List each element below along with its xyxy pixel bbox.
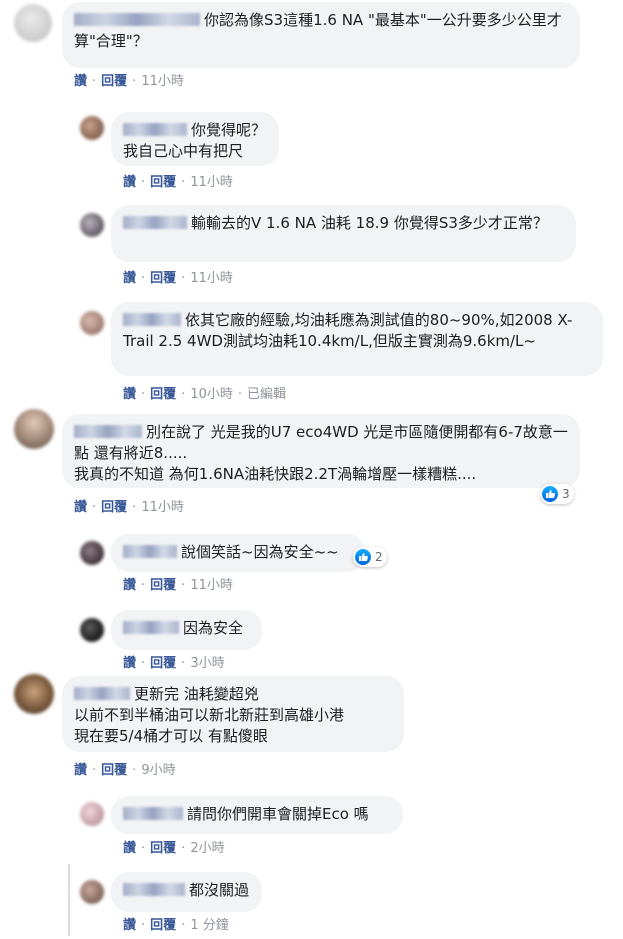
thumbs-up-icon bbox=[542, 486, 558, 502]
timestamp[interactable]: 2小時 bbox=[190, 841, 224, 856]
comment-actions: 讚 · 回覆 · 11小時 bbox=[123, 578, 233, 593]
avatar[interactable] bbox=[80, 802, 104, 826]
comment-bubble: 請問你們開車會關掉Eco 嗎 bbox=[111, 796, 403, 834]
reply-link[interactable]: 回覆 bbox=[150, 387, 176, 402]
timestamp[interactable]: 11小時 bbox=[141, 500, 184, 515]
reply-link[interactable]: 回覆 bbox=[150, 175, 176, 190]
commenter-name[interactable] bbox=[74, 687, 130, 700]
commenter-name[interactable] bbox=[123, 621, 179, 634]
like-link[interactable]: 讚 bbox=[123, 918, 136, 933]
avatar[interactable] bbox=[14, 674, 54, 714]
comment-text: 輸輸去的V 1.6 NA 油耗 18.9 你覺得S3多少才正常？ bbox=[191, 214, 548, 232]
commenter-name[interactable] bbox=[123, 313, 181, 326]
timestamp[interactable]: 10小時 bbox=[190, 387, 233, 402]
comment-text: 因為安全 bbox=[183, 619, 244, 637]
comment-actions: 讚 · 回覆 · 11小時 bbox=[74, 500, 184, 515]
thread-line bbox=[68, 864, 70, 936]
comment-actions: 讚 · 回覆 · 3小時 bbox=[123, 656, 225, 671]
reply-link[interactable]: 回覆 bbox=[150, 578, 176, 593]
avatar[interactable] bbox=[14, 409, 54, 449]
reply-link[interactable]: 回覆 bbox=[150, 918, 176, 933]
comment-actions: 讚 · 回覆 · 11小時 bbox=[123, 175, 233, 190]
reply-link[interactable]: 回覆 bbox=[150, 656, 176, 671]
comment-text: 都沒關過 bbox=[189, 881, 250, 899]
comment-actions: 讚 · 回覆 · 11小時 bbox=[74, 74, 184, 89]
comment-bubble: 更新完 油耗變超兇 以前不到半桶油可以新北新莊到高雄小港 現在要5/4桶才可以 … bbox=[62, 676, 404, 752]
commenter-name[interactable] bbox=[123, 123, 187, 136]
edited-label[interactable]: 已編輯 bbox=[247, 387, 286, 402]
comment-bubble: 因為安全 bbox=[111, 610, 262, 650]
comment-actions: 讚 · 回覆 · 10小時 · 已編輯 bbox=[123, 387, 287, 402]
comment-actions: 讚 · 回覆 · 11小時 bbox=[123, 271, 233, 286]
timestamp[interactable]: 11小時 bbox=[190, 175, 233, 190]
comment-bubble: 說個笑話~因為安全~~ bbox=[111, 534, 365, 572]
timestamp[interactable]: 9小時 bbox=[141, 763, 175, 778]
like-link[interactable]: 讚 bbox=[123, 387, 136, 402]
like-link[interactable]: 讚 bbox=[123, 578, 136, 593]
like-link[interactable]: 讚 bbox=[74, 763, 87, 778]
comment-actions: 讚 · 回覆 · 9小時 bbox=[74, 763, 176, 778]
reply-link[interactable]: 回覆 bbox=[101, 500, 127, 515]
comment-text: 請問你們開車會關掉Eco 嗎 bbox=[187, 805, 369, 823]
avatar[interactable] bbox=[80, 311, 104, 335]
reaction-number: 3 bbox=[562, 487, 570, 501]
reaction-number: 2 bbox=[375, 550, 383, 564]
like-link[interactable]: 讚 bbox=[123, 841, 136, 856]
comment-bubble: 依其它廠的經驗,均油耗應為測試值的80~90%,如2008 X-Trail 2.… bbox=[111, 302, 603, 376]
timestamp[interactable]: 3小時 bbox=[190, 656, 224, 671]
timestamp[interactable]: 1 分鐘 bbox=[190, 918, 228, 933]
like-link[interactable]: 讚 bbox=[123, 175, 136, 190]
like-link[interactable]: 讚 bbox=[74, 74, 87, 89]
avatar[interactable] bbox=[80, 116, 104, 140]
comment-text: 說個笑話~因為安全~~ bbox=[181, 543, 339, 561]
comment-actions: 讚 · 回覆 · 2小時 bbox=[123, 841, 225, 856]
reaction-count[interactable]: 2 bbox=[353, 547, 387, 567]
avatar[interactable] bbox=[80, 213, 104, 237]
like-link[interactable]: 讚 bbox=[123, 656, 136, 671]
comment-text: 依其它廠的經驗,均油耗應為測試值的80~90%,如2008 X-Trail 2.… bbox=[123, 311, 573, 350]
comment-bubble: 你覺得呢？ 我自己心中有把尺 bbox=[111, 112, 279, 166]
avatar[interactable] bbox=[14, 4, 52, 42]
comment-actions: 讚 · 回覆 · 1 分鐘 bbox=[123, 918, 229, 933]
reply-link[interactable]: 回覆 bbox=[101, 74, 127, 89]
reply-link[interactable]: 回覆 bbox=[150, 271, 176, 286]
like-link[interactable]: 讚 bbox=[74, 500, 87, 515]
avatar[interactable] bbox=[80, 880, 104, 904]
reply-link[interactable]: 回覆 bbox=[150, 841, 176, 856]
timestamp[interactable]: 11小時 bbox=[190, 578, 233, 593]
commenter-name[interactable] bbox=[74, 13, 200, 26]
comment-text: 別在說了 光是我的U7 eco4WD 光是市區隨便開都有6-7故意一點 還有將近… bbox=[74, 423, 568, 483]
commenter-name[interactable] bbox=[123, 883, 185, 896]
reaction-count[interactable]: 3 bbox=[540, 484, 574, 504]
like-link[interactable]: 讚 bbox=[123, 271, 136, 286]
timestamp[interactable]: 11小時 bbox=[141, 74, 184, 89]
reply-link[interactable]: 回覆 bbox=[101, 763, 127, 778]
comment-bubble: 你認為像S3這種1.6 NA "最基本"一公升要多少公里才算"合理"？ bbox=[62, 2, 580, 68]
timestamp[interactable]: 11小時 bbox=[190, 271, 233, 286]
commenter-name[interactable] bbox=[74, 425, 142, 438]
comment-bubble: 別在說了 光是我的U7 eco4WD 光是市區隨便開都有6-7故意一點 還有將近… bbox=[62, 414, 580, 488]
commenter-name[interactable] bbox=[123, 545, 177, 558]
comment-bubble: 輸輸去的V 1.6 NA 油耗 18.9 你覺得S3多少才正常？ bbox=[111, 205, 576, 262]
thumbs-up-icon bbox=[355, 549, 371, 565]
commenter-name[interactable] bbox=[123, 216, 187, 229]
commenter-name[interactable] bbox=[123, 807, 183, 820]
avatar[interactable] bbox=[80, 618, 104, 642]
avatar[interactable] bbox=[80, 541, 104, 565]
comment-bubble: 都沒關過 bbox=[111, 872, 262, 912]
